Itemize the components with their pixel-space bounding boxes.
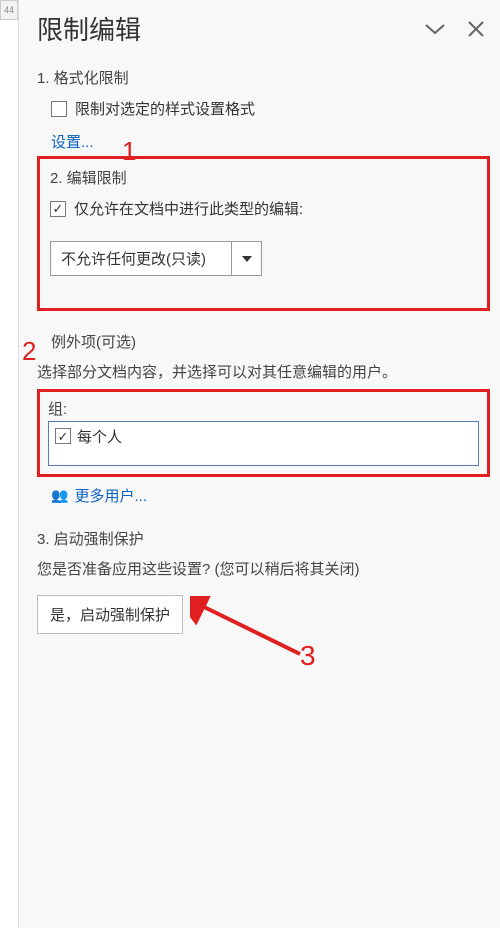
group-listbox[interactable]: 每个人 — [48, 421, 479, 466]
more-users-link[interactable]: 更多用户... — [74, 485, 147, 506]
group-everyone-checkbox[interactable] — [55, 428, 71, 444]
panel-header: 限制编辑 — [37, 0, 490, 53]
header-controls — [424, 21, 486, 37]
highlight-box-1: 2. 编辑限制 仅允许在文档中进行此类型的编辑: 不允许任何更改(只读) — [37, 156, 490, 311]
chevron-down-icon[interactable] — [424, 22, 446, 36]
group-option-row: 每个人 — [55, 426, 472, 447]
editing-type-dropdown[interactable]: 不允许任何更改(只读) — [50, 241, 262, 276]
settings-link[interactable]: 设置... — [51, 134, 94, 151]
formatting-restrict-label: 限制对选定的样式设置格式 — [75, 98, 255, 119]
section2-heading: 2. 编辑限制 — [50, 167, 477, 188]
more-users-row: 👥 更多用户... — [37, 485, 490, 506]
section3-question: 您是否准备应用这些设置? (您可以稍后将其关闭) — [37, 559, 490, 582]
editing-type-selected: 不允许任何更改(只读) — [51, 242, 231, 275]
editing-restrict-checkbox-row: 仅允许在文档中进行此类型的编辑: — [50, 198, 477, 219]
start-enforcement-button[interactable]: 是，启动强制保护 — [37, 595, 183, 634]
section1-heading: 1. 格式化限制 — [37, 67, 490, 88]
editing-restrict-label: 仅允许在文档中进行此类型的编辑: — [74, 198, 303, 219]
section3-heading: 3. 启动强制保护 — [37, 528, 490, 549]
people-icon: 👥 — [51, 487, 68, 504]
exceptions-heading: 例外项(可选) — [37, 331, 490, 352]
restrict-editing-panel: 限制编辑 1. 格式化限制 限制对选定的样式设置格式 设置... 2. 编辑限制… — [18, 0, 500, 928]
group-label: 组: — [48, 398, 479, 419]
close-icon[interactable] — [468, 21, 484, 37]
exceptions-instruction: 选择部分文档内容，并选择可以对其任意编辑的用户。 — [37, 362, 490, 385]
formatting-restrict-checkbox[interactable] — [51, 101, 67, 117]
highlight-box-2: 组: 每个人 — [37, 389, 490, 477]
group-everyone-label: 每个人 — [77, 426, 122, 447]
editing-restrict-checkbox[interactable] — [50, 201, 66, 217]
panel-title: 限制编辑 — [37, 10, 141, 47]
chevron-down-icon — [231, 242, 261, 275]
formatting-restrict-checkbox-row: 限制对选定的样式设置格式 — [51, 98, 490, 119]
ruler-tab: 44 — [0, 0, 18, 20]
